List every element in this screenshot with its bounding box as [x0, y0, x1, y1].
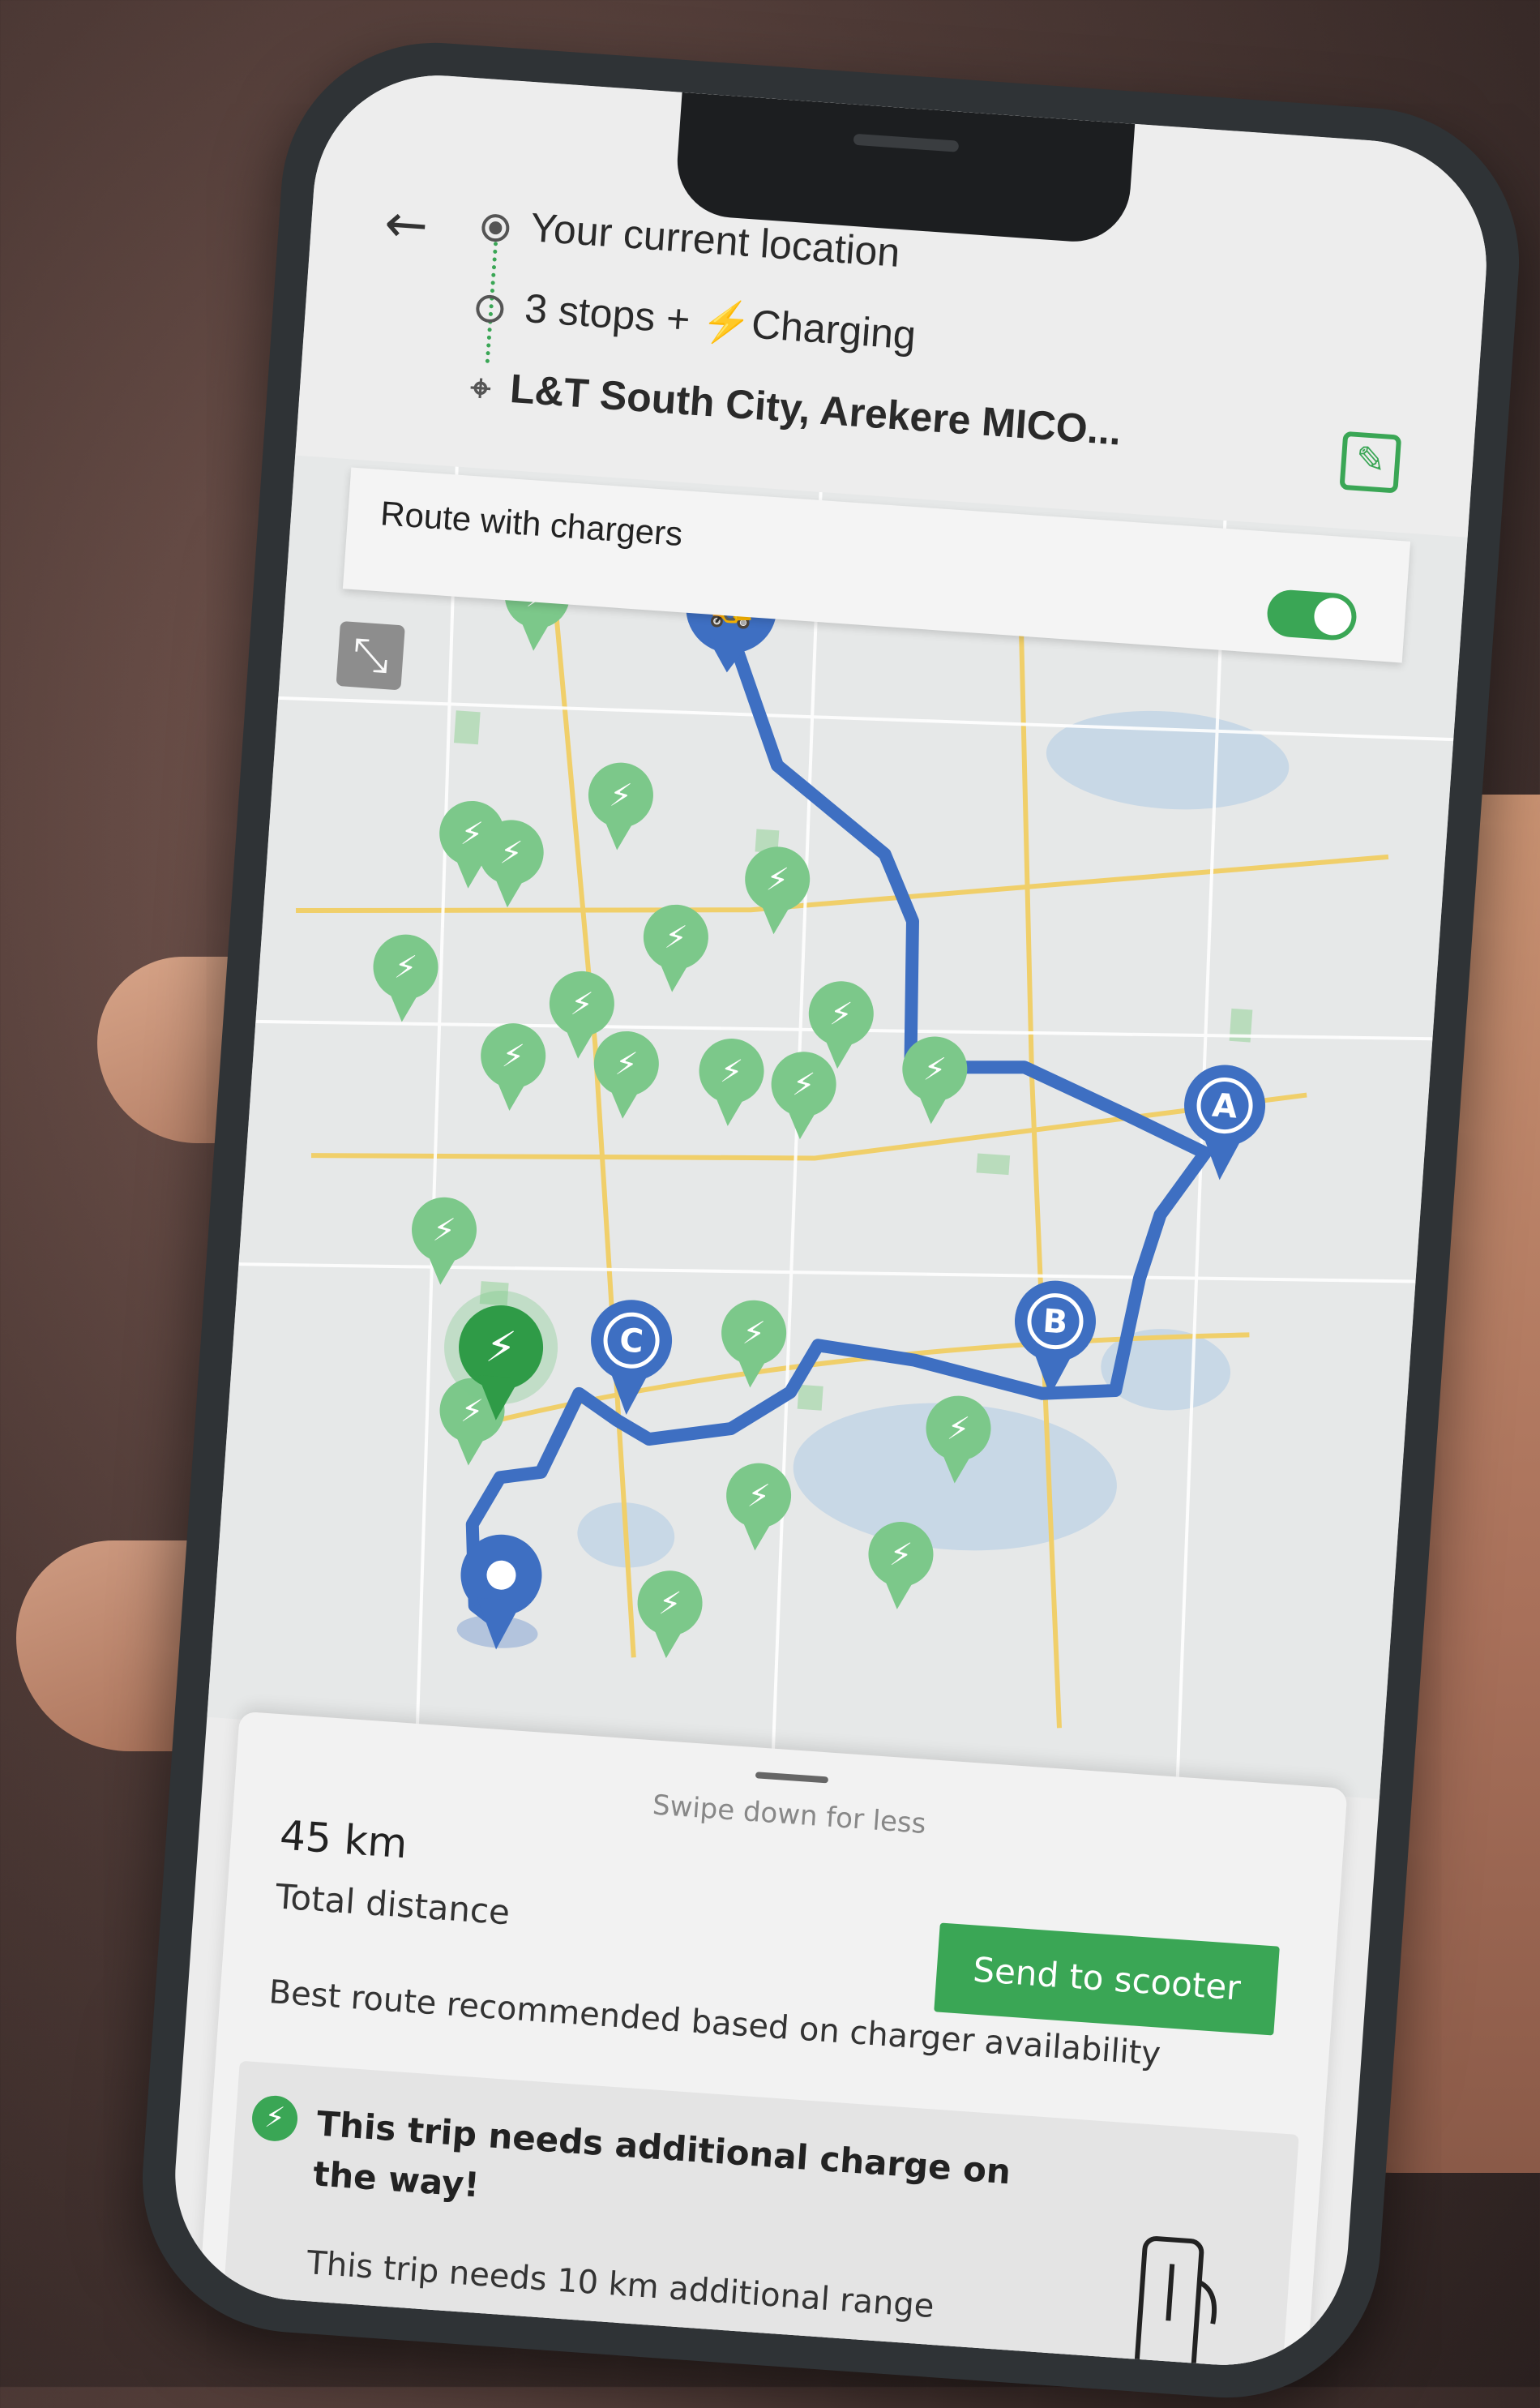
svg-text:⚡: ⚡	[741, 1314, 766, 1353]
svg-text:⚡: ⚡	[393, 949, 418, 988]
charge-warning-card: ⚡ This trip needs additional charge on t…	[219, 2060, 1299, 2374]
total-distance-value: 45 km	[278, 1811, 409, 1868]
drag-handle[interactable]	[755, 1772, 829, 1784]
svg-text:C: C	[618, 1322, 644, 1360]
origin-dot-icon	[481, 212, 511, 243]
waypoint-b-pin: B	[1014, 1280, 1096, 1396]
send-to-scooter-button[interactable]: Send to scooter	[934, 1922, 1280, 2036]
speaker	[853, 133, 960, 152]
route-with-chargers-label: Route with chargers	[379, 494, 684, 554]
expand-map-icon[interactable]: ⤡	[336, 621, 405, 691]
total-distance-label: Total distance	[274, 1876, 511, 1933]
warning-title: This trip needs additional charge on the…	[311, 2103, 1012, 2205]
charge-bolt-icon: ⚡	[250, 2093, 299, 2143]
destination-label: L&T South City, Arekere MICO...	[508, 365, 1123, 454]
svg-text:⚡: ⚡	[764, 860, 789, 899]
svg-text:⚡: ⚡	[888, 1536, 913, 1575]
map-view[interactable]: ⚡ ⚡ ⚡ ⚡ ⚡ ⚡ ⚡ ⚡ ⚡ ⚡ ⚡ ⚡ ⚡ ⚡ ⚡ ⚡ ⚡ ⚡ ⚡ ⚡ …	[207, 455, 1468, 1799]
charging-label: Charging	[750, 301, 918, 358]
svg-text:A: A	[1211, 1087, 1238, 1126]
edit-icon[interactable]: ✎	[1339, 431, 1402, 494]
svg-text:⚡: ⚡	[663, 919, 688, 958]
svg-text:⚡: ⚡	[922, 1051, 948, 1090]
stops-row[interactable]: 3 stops + ⚡Charging	[475, 281, 918, 360]
svg-text:⚡: ⚡	[431, 1211, 456, 1250]
svg-text:⚡: ⚡	[608, 777, 633, 816]
stop-dot-icon	[475, 294, 505, 323]
chargers-toggle[interactable]	[1265, 588, 1358, 642]
warning-detail: This trip needs 10 km additional range	[306, 2244, 935, 2326]
phone: ← Your current location 3 stops + ⚡Charg…	[132, 32, 1529, 2408]
svg-text:B: B	[1042, 1303, 1069, 1342]
screen: ← Your current location 3 stops + ⚡Charg…	[166, 66, 1495, 2374]
svg-text:⚡: ⚡	[746, 1477, 771, 1516]
back-arrow-icon[interactable]: ←	[383, 194, 430, 257]
svg-text:⚡: ⚡	[614, 1045, 639, 1084]
charging-station-icon	[1134, 2236, 1217, 2374]
svg-text:⚡: ⚡	[828, 995, 853, 1034]
svg-text:⚡: ⚡	[569, 985, 594, 1024]
bolt-icon: ⚡	[699, 298, 754, 347]
svg-text:⚡: ⚡	[657, 1584, 682, 1623]
location-pin-icon: ⌖	[468, 367, 492, 409]
svg-text:⚡: ⚡	[719, 1052, 744, 1091]
route-summary-sheet[interactable]: Swipe down for less 45 km Total distance…	[199, 1711, 1348, 2374]
svg-text:⚡: ⚡	[498, 833, 524, 872]
destination-row[interactable]: ⌖ L&T South City, Arekere MICO...	[469, 362, 1123, 455]
svg-text:⚡: ⚡	[501, 1037, 526, 1076]
svg-text:⚡: ⚡	[791, 1065, 816, 1104]
svg-text:⚡: ⚡	[946, 1410, 971, 1449]
stops-label: 3 stops +	[523, 285, 704, 344]
svg-text:⚡: ⚡	[484, 1321, 518, 1373]
